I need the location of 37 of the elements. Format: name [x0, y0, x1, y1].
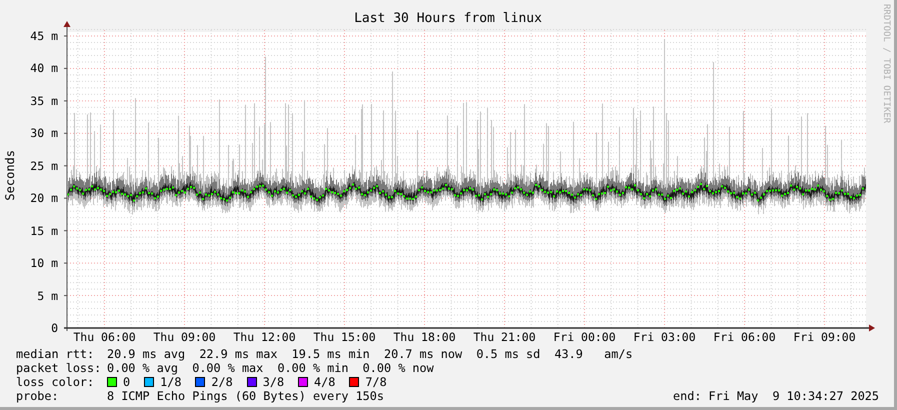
- tick-label: Thu 15:00: [313, 330, 376, 344]
- tick-label: Fri 00:00: [553, 330, 616, 344]
- tick-label: Thu 18:00: [393, 330, 456, 344]
- tick-label: 5 m: [37, 288, 58, 303]
- swatch-label: 1/8: [160, 375, 182, 389]
- legend-label: probe:: [16, 389, 60, 403]
- tick-label: 40 m: [30, 61, 58, 76]
- tick-label: Thu 12:00: [233, 330, 296, 344]
- swatch-label: 0: [123, 375, 130, 389]
- legend-text: 20.9 ms avg 22.9 ms max 19.5 ms min 20.7 ms now 0.5 ms sd 43.9 am/s: [107, 347, 633, 361]
- tick-label: 35 m: [30, 94, 58, 108]
- chart-title: Last 30 Hours from linux: [354, 11, 542, 27]
- tick-label: 15 m: [30, 224, 58, 238]
- legend-label: loss color:: [16, 375, 96, 389]
- tick-label: Thu 09:00: [153, 330, 216, 344]
- tick-label: Fri 06:00: [713, 330, 776, 344]
- tick-label: 25 m: [30, 158, 58, 173]
- tick-label: Thu 21:00: [473, 330, 536, 344]
- swatch-label: 4/8: [314, 375, 336, 389]
- signature-text: RRDTOOL / TOBI OETIKER: [881, 4, 891, 124]
- axis-label: Seconds: [3, 150, 17, 201]
- legend-text: 0.00 % avg 0.00 % max 0.00 % min 0.00 % now: [107, 361, 434, 375]
- tick-label: Fri 09:00: [793, 330, 856, 344]
- legend-label: median rtt:: [16, 347, 96, 361]
- tick-label: Fri 03:00: [633, 330, 696, 344]
- legend-text: 8 ICMP Echo Pings (60 Bytes) every 150s: [107, 389, 384, 403]
- tick-label: 45 m: [30, 28, 58, 43]
- legend-label: packet loss:: [16, 361, 102, 375]
- tick-label: 10 m: [30, 256, 58, 270]
- tick-label: 20 m: [30, 191, 58, 206]
- tick-label: 0: [51, 321, 58, 335]
- tick-label: 30 m: [30, 126, 58, 140]
- swatch-label: 2/8: [211, 375, 233, 389]
- swatch-label: 7/8: [365, 375, 387, 389]
- end-time: end: Fri May 9 10:34:27 2025: [673, 389, 879, 403]
- tick-label: Thu 06:00: [73, 330, 136, 344]
- swatch-label: 3/8: [262, 375, 284, 389]
